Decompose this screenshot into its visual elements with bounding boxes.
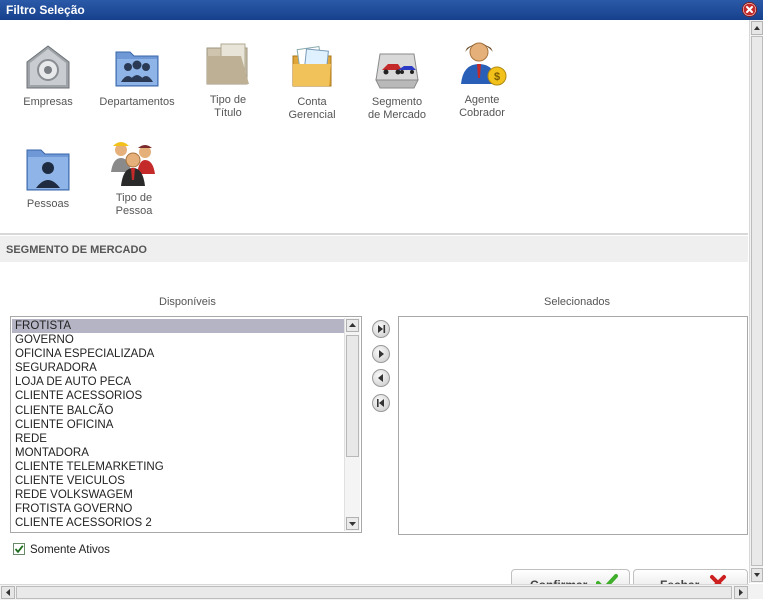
available-list-item[interactable]: GOVERNO [12,333,345,347]
page-hscroll-thumb[interactable] [16,586,732,599]
available-list-item[interactable]: REDE VOLKSWAGEM [12,488,345,502]
close-icon [743,3,756,16]
somente-ativos-checkbox[interactable] [13,543,25,555]
available-list-item[interactable]: CLIENTE VEICULOS [12,474,345,488]
arrow-up-icon [349,323,356,327]
arrow-up-icon [754,26,760,30]
icon-label: Departamentos [99,96,175,108]
title-bar: Filtro Seleção [0,0,763,20]
scroll-corner [749,584,763,599]
move-left-button[interactable] [372,369,390,387]
section-title: SEGMENTO DE MERCADO [6,244,147,256]
safe-icon [26,45,70,89]
available-list-item[interactable]: FROTISTA GOVERNO [12,502,345,516]
people-folder-icon [115,51,159,87]
close-window-button[interactable] [742,2,757,17]
arrow-right-icon [739,589,743,596]
available-list-item[interactable]: CLIENTE ACESSORIOS 2 [12,516,345,530]
move-right-button[interactable] [372,345,390,363]
available-list-item[interactable]: CLIENTE TELEMARKETING [12,460,345,474]
icon-label: Tipo de Pessoa [115,192,153,217]
move-all-left-icon [377,399,384,407]
available-list-item[interactable]: OFICINA ESPECIALIZADA [12,347,345,361]
available-list-item[interactable]: LOJA DE AUTO PECA [12,375,345,389]
move-all-right-icon [378,325,386,333]
group-people-icon [111,142,155,186]
icon-agente-cobrador[interactable]: $ Agente Cobrador [454,38,510,120]
available-list-item[interactable]: FROTISTA [12,319,345,334]
svg-text:$: $ [494,71,500,83]
page-scroll-up-button[interactable] [751,21,763,35]
icon-empresas[interactable]: Empresas [18,40,78,109]
move-all-right-button[interactable] [372,320,390,338]
papers-folder-icon [292,46,332,87]
icon-conta-gerencial[interactable]: Conta Gerencial [284,40,340,122]
icon-tipo-de-pessoa[interactable]: Tipo de Pessoa [106,136,162,218]
page-horizontal-scrollbar[interactable] [0,584,749,600]
page-scroll-down-button[interactable] [751,568,763,582]
selected-header: Selecionados [544,296,611,308]
available-list-item[interactable]: CLIENTE BALCÃO [12,404,345,418]
move-all-left-button[interactable] [372,394,390,412]
icon-label: Empresas [23,96,73,108]
available-list-item[interactable]: CLIENTE ACESSORIOS [12,389,345,403]
page-vertical-scrollbar[interactable] [749,20,763,583]
available-list-item[interactable]: SEGURADORA [12,361,345,375]
icon-departamentos[interactable]: Departamentos [96,40,178,109]
document-folder-icon [206,43,249,85]
move-right-icon [379,350,384,358]
icon-segmento-de-mercado[interactable]: Segmento de Mercado [364,40,430,122]
section-header: SEGMENTO DE MERCADO [0,236,748,262]
check-icon [14,545,24,554]
icon-label: Pessoas [26,198,70,210]
scroll-up-button[interactable] [346,319,359,332]
icon-tipo-de-titulo[interactable]: Tipo de Título [200,38,256,120]
cars-box-icon [375,53,419,89]
icon-pessoas[interactable]: Pessoas [20,142,76,211]
scroll-down-button[interactable] [346,517,359,530]
page-scroll-left-button[interactable] [1,586,15,599]
icon-label: Conta Gerencial [288,96,336,121]
available-header: Disponíveis [159,296,216,308]
icon-label: Agente Cobrador [459,94,505,119]
arrow-down-icon [754,573,760,577]
move-left-icon [378,374,383,382]
listbox-scrollbar[interactable] [344,318,360,531]
page-scroll-right-button[interactable] [734,586,748,599]
agent-money-icon: $ [461,42,507,86]
section-divider [0,233,748,235]
available-list-item[interactable]: MONTADORA [12,446,345,460]
available-list-rows: FROTISTA GOVERNO OFICINA ESPECIALIZADA SEGU… [12,319,345,530]
available-list-item[interactable]: REDE [12,432,345,446]
person-folder-icon [26,149,70,191]
icon-label: Tipo de Título [209,94,247,119]
arrow-down-icon [349,522,356,526]
somente-ativos-label: Somente Ativos [30,544,110,556]
icon-label: Segmento de Mercado [367,96,427,121]
scroll-thumb[interactable] [346,335,359,457]
selected-listbox[interactable] [398,316,748,535]
page-scroll-thumb[interactable] [751,36,763,566]
window-title: Filtro Seleção [6,3,85,17]
available-list-item[interactable]: CLIENTE OFICINA [12,418,345,432]
arrow-left-icon [6,589,10,596]
available-listbox[interactable]: FROTISTA GOVERNO OFICINA ESPECIALIZADA SEGU… [10,316,362,533]
